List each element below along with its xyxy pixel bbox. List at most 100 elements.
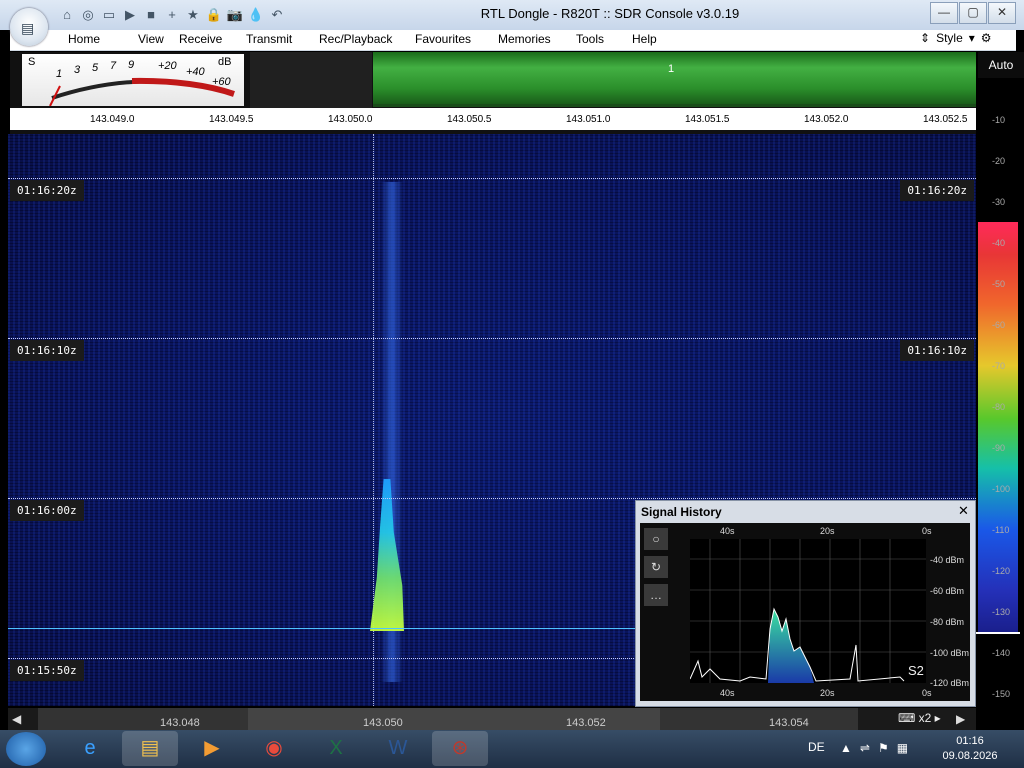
taskbar-word-icon[interactable]: W [370,731,426,766]
close-button[interactable]: ✕ [988,2,1016,24]
auto-button[interactable]: Auto [978,52,1024,78]
clock-date: 09.08.2026 [942,750,998,762]
application-menu-button[interactable]: ▤ [10,8,48,46]
s-reading: S2 [908,663,924,678]
db-tick-label: -100 [992,484,1011,494]
db-tick-label: -20 [992,156,1006,166]
minimize-button[interactable]: — [930,2,958,24]
undo-icon[interactable]: ↶ [268,6,286,24]
star-icon[interactable]: ★ [184,6,202,24]
chevron-down-icon: ▾ [968,31,975,45]
frequency-tick-label: 143.050.0 [328,114,373,125]
scroll-left-icon[interactable]: ◀ [12,712,21,726]
style-label: Style [936,31,963,45]
usb-icon[interactable]: ⇌ [860,741,870,755]
updown-icon: ⇕ [920,31,931,45]
top-axis-label: 20s [820,526,835,536]
channel-label: 1 [668,63,675,75]
frequency-tick-label: 143.050.5 [447,114,492,125]
quick-access-toolbar: ⌂ ◎ ▭ ▶ ■ + ★ 🔒 📷 💧 ↶ [58,6,286,24]
menu-home[interactable]: Home [68,32,100,46]
chevron-up-icon[interactable]: ▲ [840,741,852,755]
menu-receive[interactable]: Receive [179,32,222,46]
spectrum-left-area [250,52,372,108]
taskbar-chrome-icon[interactable]: ◉ [246,731,302,766]
frequency-tick-label: 143.049.5 [209,114,254,125]
db-tick-label: -80 [992,402,1006,412]
overview-tick-label: 143.048 [160,717,200,729]
time-marker-line [8,178,976,179]
overview-tick-label: 143.050 [363,717,403,729]
db-tick-label: -130 [992,607,1011,617]
taskbar-internet-explorer-icon[interactable]: e [62,731,118,766]
db-tick-label: -30 [992,197,1006,207]
taskbar-file-explorer-icon[interactable]: ▤ [122,731,178,766]
overview-tick-label: 143.054 [769,717,809,729]
clock-time: 01:16 [956,735,984,747]
menu-rec-playback[interactable]: Rec/Playback [319,32,392,46]
stop-icon[interactable]: ■ [142,6,160,24]
db-tick-label: -120 [992,566,1011,576]
network-icon[interactable]: ▦ [897,741,908,755]
scroll-right-icon[interactable]: ▶ [956,712,965,726]
channel-filter-band[interactable] [373,52,976,107]
menu-tools[interactable]: Tools [576,32,604,46]
start-button[interactable] [6,732,46,766]
taskbar-sdr-console-icon[interactable]: ⊛ [432,731,488,766]
menu-help[interactable]: Help [632,32,657,46]
frequency-tick-label: 143.052.0 [804,114,849,125]
frequency-tick-label: 143.051.0 [566,114,611,125]
zoom-value: x2 [918,711,932,725]
taskbar-media-player-icon[interactable]: ▶ [184,731,240,766]
db-axis-label: -80 dBm [930,617,965,627]
play-icon[interactable]: ▶ [121,6,139,24]
taskbar-clock[interactable]: 01:16 09.08.2026 [938,734,1002,764]
signal-history-tools: ○ ↻ … [644,528,668,606]
flag-icon[interactable]: ⚑ [878,741,889,755]
db-axis-label: -100 dBm [930,648,970,658]
refresh-button[interactable]: ↻ [644,556,668,578]
menu-view[interactable]: View [138,32,164,46]
folder-icon[interactable]: ▭ [100,6,118,24]
db-tick-label: -150 [992,689,1011,699]
s-meter-arc [49,77,235,106]
frequency-scale[interactable]: 143.049.0 143.049.5 143.050.0 143.050.5 143.… [10,108,976,130]
time-label-right: 01:16:10z [900,340,974,361]
menu-memories[interactable]: Memories [498,32,551,46]
signal-history-body: ○ ↻ … 40s 20s 0s -40 dBm -60 dBm -80 dBm… [640,523,970,701]
more-button[interactable]: … [644,584,668,606]
title-bar: ⌂ ◎ ▭ ▶ ■ + ★ 🔒 📷 💧 ↶ RTL Dongle - R820T :: SDR Co… [0,0,1024,30]
overview-tick-label: 143.052 [566,717,606,729]
menu-bar: Home View Receive Transmit Rec/Playback Favou… [10,30,1016,51]
db-axis-label: -60 dBm [930,586,965,596]
interference-line [8,628,668,629]
style-selector[interactable]: ⇕ Style ▾ ⚙ [920,31,992,45]
time-label-left: 01:16:00z [10,500,84,521]
lifebuoy-icon[interactable]: ◎ [79,6,97,24]
db-scale: -10 -20 -30 -40 -50 -60 -70 -80 -90 -100 -110 -120 -… [976,78,1024,708]
menu-transmit[interactable]: Transmit [246,32,292,46]
bottom-overview-bar: ◀ 143.048 143.050 143.052 143.054 ⌨ x2 ▸ ▶ [8,708,976,732]
db-tick-label: -40 [992,238,1006,248]
zoom-selector[interactable]: ⌨ x2 ▸ [898,711,941,725]
gear-icon[interactable]: ⚙ [981,31,992,45]
system-tray: ▲ ⇌ ⚑ ▦ [840,741,908,755]
lock-icon[interactable]: 🔒 [205,6,223,24]
home-icon[interactable]: ⌂ [58,6,76,24]
overview-scale[interactable]: 143.048 143.050 143.052 143.054 [38,708,858,732]
menu-favourites[interactable]: Favourites [415,32,471,46]
frequency-tick-label: 143.049.0 [90,114,135,125]
frequency-tick-label: 143.052.5 [923,114,968,125]
close-icon[interactable]: ✕ [958,503,969,519]
record-toggle-button[interactable]: ○ [644,528,668,550]
plus-icon[interactable]: + [163,6,181,24]
language-indicator[interactable]: DE [808,740,825,754]
top-axis-label: 0s [922,526,932,536]
maximize-button[interactable]: ▢ [959,2,987,24]
camera-icon[interactable]: 📷 [226,6,244,24]
db-threshold-line[interactable] [976,632,1020,634]
drop-icon[interactable]: 💧 [247,6,265,24]
time-label-left: 01:16:20z [10,180,84,201]
time-label-left: 01:16:10z [10,340,84,361]
taskbar-excel-icon[interactable]: X [308,731,364,766]
